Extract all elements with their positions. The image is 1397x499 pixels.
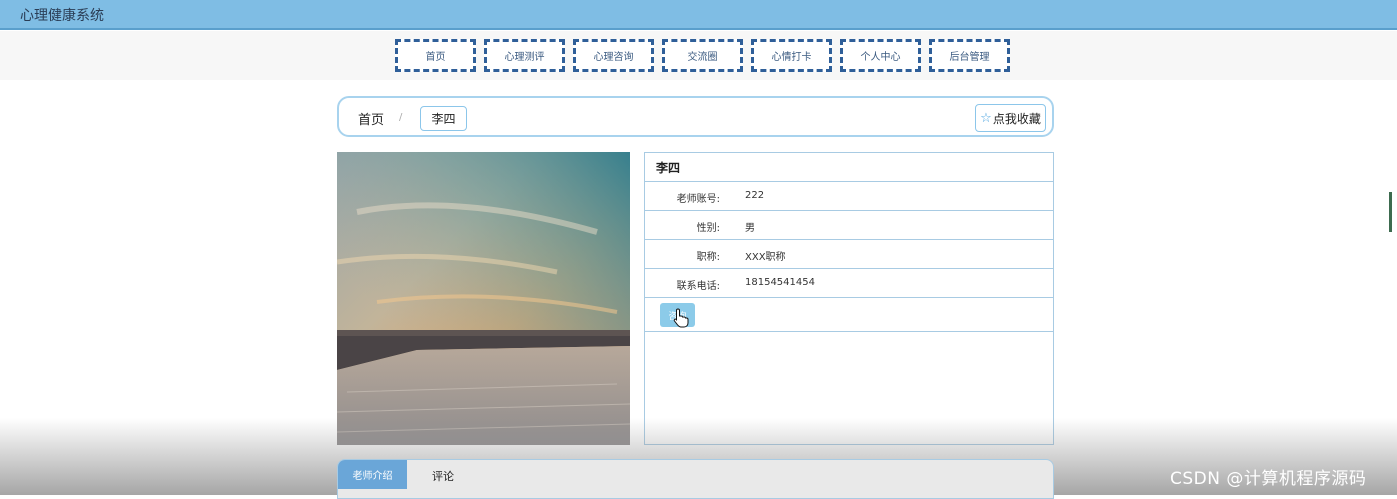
account-label: 老师账号: xyxy=(676,194,720,205)
breadcrumb-current: 李四 xyxy=(420,106,467,131)
teacher-name: 李四 xyxy=(645,153,1053,182)
favorite-button[interactable]: ☆ 点我收藏 xyxy=(975,104,1046,132)
detail-tabs: 老师介绍 评论 xyxy=(337,459,1054,499)
nav-item-profile[interactable]: 个人中心 xyxy=(840,39,921,72)
tab-teacher-intro[interactable]: 老师介绍 xyxy=(338,460,407,489)
main-nav: 首页 心理测评 心理咨询 交流圈 心情打卡 个人中心 后台管理 xyxy=(0,31,1397,80)
account-value: 222 xyxy=(745,190,765,201)
title-label: 职称: xyxy=(696,252,720,263)
teacher-photo xyxy=(337,152,630,445)
phone-label: 联系电话: xyxy=(676,281,720,292)
app-title: 心理健康系统 xyxy=(20,8,104,24)
scrollbar-thumb[interactable] xyxy=(1389,192,1392,232)
nav-item-home[interactable]: 首页 xyxy=(395,39,476,72)
star-icon: ☆ xyxy=(980,110,992,126)
title-value: XXX职称 xyxy=(745,252,786,263)
nav-item-consultation[interactable]: 心理咨询 xyxy=(573,39,654,72)
favorite-label: 点我收藏 xyxy=(992,111,1041,126)
tab-comments[interactable]: 评论 xyxy=(432,468,454,484)
top-bar: 心理健康系统 xyxy=(0,0,1397,30)
info-row-phone: 联系电话: 18154541454 xyxy=(645,269,1053,298)
info-row-title: 职称: XXX职称 xyxy=(645,240,1053,269)
teacher-info-panel: 李四 老师账号: 222 性别: 男 职称: XXX职称 联系电话: 18154… xyxy=(644,152,1054,445)
consult-row: 咨询 xyxy=(645,298,1053,332)
hand-cursor-icon xyxy=(673,308,689,328)
watermark: CSDN @计算机程序源码 xyxy=(1170,469,1367,489)
phone-value: 18154541454 xyxy=(745,277,815,288)
nav-item-mood-checkin[interactable]: 心情打卡 xyxy=(751,39,832,72)
gender-value: 男 xyxy=(745,223,755,234)
nav-item-community[interactable]: 交流圈 xyxy=(662,39,743,72)
breadcrumb-separator: / xyxy=(399,112,403,123)
breadcrumb-home-link[interactable]: 首页 xyxy=(358,109,384,128)
info-row-gender: 性别: 男 xyxy=(645,211,1053,240)
info-row-account: 老师账号: 222 xyxy=(645,182,1053,211)
breadcrumb: 首页 / 李四 ☆ 点我收藏 xyxy=(337,96,1054,137)
nav-item-admin[interactable]: 后台管理 xyxy=(929,39,1010,72)
gender-label: 性别: xyxy=(696,223,720,234)
nav-item-assessment[interactable]: 心理测评 xyxy=(484,39,565,72)
